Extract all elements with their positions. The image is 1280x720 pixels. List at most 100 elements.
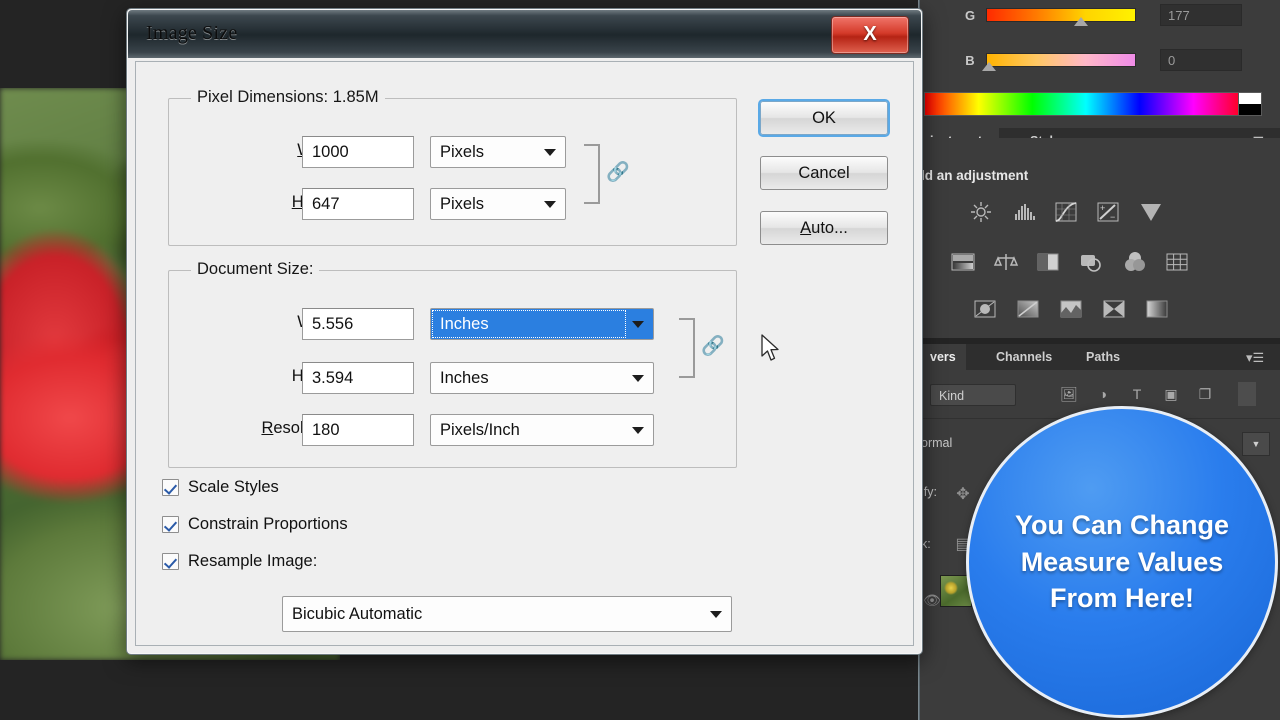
invert-icon[interactable] bbox=[972, 297, 998, 319]
constrain-proportions-row[interactable]: Constrain Proportions bbox=[162, 515, 348, 534]
threshold-icon[interactable] bbox=[1058, 297, 1084, 319]
smart-object-icon[interactable]: ❐ bbox=[1194, 386, 1216, 406]
cancel-button[interactable]: Cancel bbox=[760, 156, 888, 190]
scale-styles-label: Scale Styles bbox=[188, 478, 279, 496]
svg-text:+: + bbox=[1100, 203, 1105, 213]
doc-width-unit-value: Inches bbox=[440, 315, 489, 333]
chevron-down-icon bbox=[632, 375, 644, 382]
doc-height-input[interactable]: 3.594 bbox=[302, 362, 414, 394]
tab-channels[interactable]: Channels bbox=[986, 344, 1062, 370]
levels-icon[interactable] bbox=[1012, 200, 1038, 222]
constrain-proportions-checkbox[interactable] bbox=[162, 516, 179, 533]
chevron-down-icon bbox=[544, 201, 556, 208]
chain-link-icon[interactable]: 🔗 bbox=[606, 160, 630, 184]
resample-method-dropdown[interactable]: Bicubic Automatic bbox=[282, 596, 732, 632]
photo-filter-icon[interactable] bbox=[1078, 250, 1104, 272]
chevron-down-icon bbox=[632, 321, 644, 328]
selective-color-icon[interactable] bbox=[1101, 297, 1127, 319]
scale-styles-row[interactable]: Scale Styles bbox=[162, 478, 279, 497]
lock-transparency-icon[interactable]: ✥ bbox=[952, 484, 974, 504]
resolution-unit-value: Pixels/Inch bbox=[440, 421, 520, 439]
pixel-dimensions-group bbox=[168, 98, 737, 246]
green-slider-row[interactable]: G 177 bbox=[962, 4, 1242, 26]
dialog-title: Image Size bbox=[146, 22, 238, 44]
black-white-icon[interactable] bbox=[1035, 250, 1061, 272]
adjustments-title: ld an adjustment bbox=[921, 168, 1029, 183]
channel-mixer-icon[interactable] bbox=[1122, 250, 1148, 272]
chain-link-icon[interactable]: 🔗 bbox=[701, 334, 725, 358]
green-channel-label: G bbox=[964, 7, 976, 23]
scale-styles-checkbox[interactable] bbox=[162, 479, 179, 496]
layers-panel-menu-icon[interactable]: ▾☰ bbox=[1246, 350, 1264, 366]
chevron-down-icon bbox=[632, 427, 644, 434]
ok-button[interactable]: OK bbox=[760, 101, 888, 135]
pixel-height-input[interactable]: 647 bbox=[302, 188, 414, 220]
svg-text:−: − bbox=[1110, 212, 1115, 222]
tab-layers[interactable]: vers bbox=[920, 344, 966, 370]
blend-mode-dropdown-arrow[interactable]: ▼ bbox=[1242, 432, 1270, 456]
exposure-icon[interactable]: + − bbox=[1095, 200, 1121, 222]
layer-kind-filter[interactable]: Kind bbox=[930, 384, 1016, 406]
callout-text: You Can Change Measure Values From Here! bbox=[1014, 509, 1229, 614]
green-value[interactable]: 177 bbox=[1160, 4, 1242, 26]
blue-slider-row[interactable]: B 0 bbox=[962, 49, 1242, 71]
color-balance-icon[interactable] bbox=[993, 250, 1019, 272]
resample-image-checkbox[interactable] bbox=[162, 553, 179, 570]
layer-visibility-icon[interactable]: 👁 bbox=[921, 592, 943, 612]
chevron-down-icon bbox=[544, 149, 556, 156]
link-bracket bbox=[584, 144, 600, 204]
pixel-dimensions-title: Pixel Dimensions: 1.85M bbox=[191, 88, 385, 107]
blend-mode-value[interactable]: ormal bbox=[921, 436, 952, 450]
close-button[interactable]: X bbox=[831, 16, 909, 54]
shape-layer-icon[interactable]: ▣ bbox=[1160, 386, 1182, 406]
blue-value[interactable]: 0 bbox=[1160, 49, 1242, 71]
dialog-titlebar[interactable]: Image Size X bbox=[128, 10, 921, 58]
opacity-label: ify: bbox=[921, 485, 937, 499]
color-spectrum-bar[interactable] bbox=[924, 92, 1248, 116]
resample-method-value: Bicubic Automatic bbox=[292, 605, 423, 623]
blue-slider-thumb[interactable] bbox=[982, 62, 996, 71]
document-size-title: Document Size: bbox=[191, 260, 320, 279]
image-size-dialog[interactable]: Image Size X Pixel Dimensions: 1.85M Wid… bbox=[126, 8, 923, 655]
resample-image-label: Resample Image: bbox=[188, 552, 318, 570]
color-lookup-icon[interactable] bbox=[1164, 250, 1190, 272]
dialog-body: Pixel Dimensions: 1.85M Width: 1000 Pixe… bbox=[135, 61, 914, 646]
resolution-unit-dropdown[interactable]: Pixels/Inch bbox=[430, 414, 654, 446]
close-icon: X bbox=[863, 23, 877, 45]
curves-icon[interactable] bbox=[1053, 200, 1079, 222]
brightness-contrast-icon[interactable] bbox=[968, 200, 994, 222]
doc-width-unit-dropdown[interactable]: Inches bbox=[430, 308, 654, 340]
layers-tabstrip: vers Channels Paths ▾☰ bbox=[920, 344, 1280, 370]
white-black-swatch[interactable] bbox=[1238, 92, 1262, 116]
callout-bubble: You Can Change Measure Values From Here! bbox=[966, 406, 1278, 718]
doc-width-input[interactable]: 5.556 bbox=[302, 308, 414, 340]
pixel-height-unit-dropdown[interactable]: Pixels bbox=[430, 188, 566, 220]
color-panel: G 177 B 0 bbox=[920, 0, 1280, 138]
doc-height-unit-value: Inches bbox=[440, 369, 489, 387]
pixel-layer-icon[interactable]: 🖼 bbox=[1058, 386, 1080, 406]
vibrance-icon[interactable] bbox=[1138, 200, 1164, 222]
pixel-width-unit-dropdown[interactable]: Pixels bbox=[430, 136, 566, 168]
resolution-input[interactable]: 180 bbox=[302, 414, 414, 446]
resample-image-row[interactable]: Resample Image: bbox=[162, 552, 317, 571]
filter-toggle-icon[interactable] bbox=[1238, 382, 1256, 406]
green-ramp[interactable] bbox=[986, 8, 1136, 22]
tab-paths[interactable]: Paths bbox=[1076, 344, 1130, 370]
constrain-proportions-label: Constrain Proportions bbox=[188, 515, 348, 533]
auto-button[interactable]: Auto... bbox=[760, 211, 888, 245]
blue-ramp[interactable] bbox=[986, 53, 1136, 67]
green-slider-thumb[interactable] bbox=[1074, 17, 1088, 26]
adjustment-layer-icon[interactable]: ◑ bbox=[1092, 386, 1114, 406]
posterize-icon[interactable] bbox=[1015, 297, 1041, 319]
pixel-height-unit-value: Pixels bbox=[440, 195, 485, 213]
pixel-width-input[interactable]: 1000 bbox=[302, 136, 414, 168]
chevron-down-icon bbox=[710, 611, 722, 618]
doc-height-unit-dropdown[interactable]: Inches bbox=[430, 362, 654, 394]
gradient-map-icon[interactable] bbox=[1144, 297, 1170, 319]
link-bracket bbox=[679, 318, 695, 378]
blue-channel-label: B bbox=[965, 52, 975, 68]
type-layer-icon[interactable]: T bbox=[1126, 386, 1148, 406]
arrow-pointer-icon bbox=[760, 334, 784, 364]
pixel-width-unit-value: Pixels bbox=[440, 143, 485, 161]
hue-saturation-icon[interactable] bbox=[950, 250, 976, 272]
